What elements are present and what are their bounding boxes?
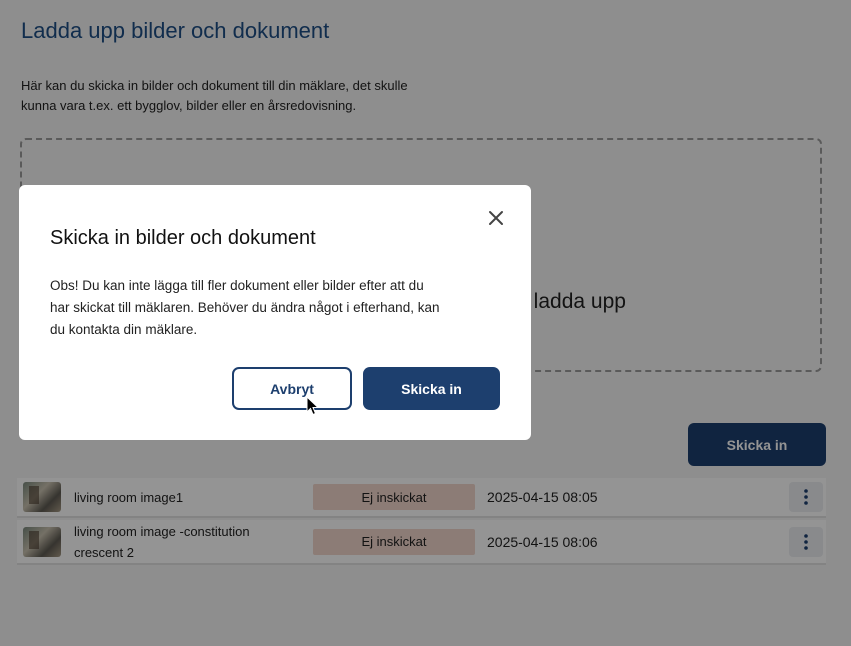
dialog-message-line-1: Obs! Du kan inte lägga till fler dokumen…: [50, 278, 424, 293]
confirm-submit-button[interactable]: Skicka in: [363, 367, 500, 410]
dialog-title: Skicka in bilder och dokument: [50, 227, 316, 249]
mouse-cursor-icon: [306, 396, 320, 416]
dialog-message: Obs! Du kan inte lägga till fler dokumen…: [50, 275, 500, 341]
confirm-dialog: Skicka in bilder och dokument Obs! Du ka…: [19, 185, 531, 440]
close-icon[interactable]: [485, 207, 507, 229]
cancel-button[interactable]: Avbryt: [232, 367, 352, 410]
dialog-message-line-3: du kontakta din mäklare.: [50, 322, 198, 337]
dialog-message-line-2: har skickat till mäklaren. Behöver du än…: [50, 300, 440, 315]
